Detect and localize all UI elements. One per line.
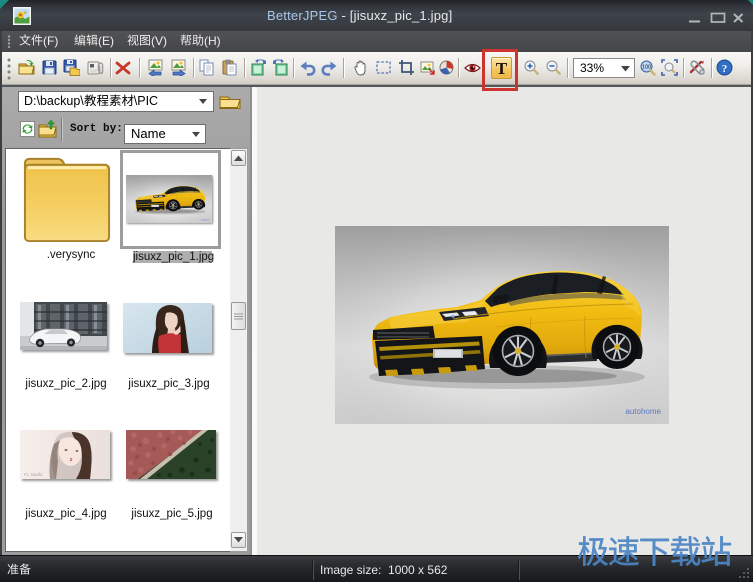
svg-text:100: 100 bbox=[642, 65, 651, 71]
svg-text:?: ? bbox=[722, 63, 728, 75]
